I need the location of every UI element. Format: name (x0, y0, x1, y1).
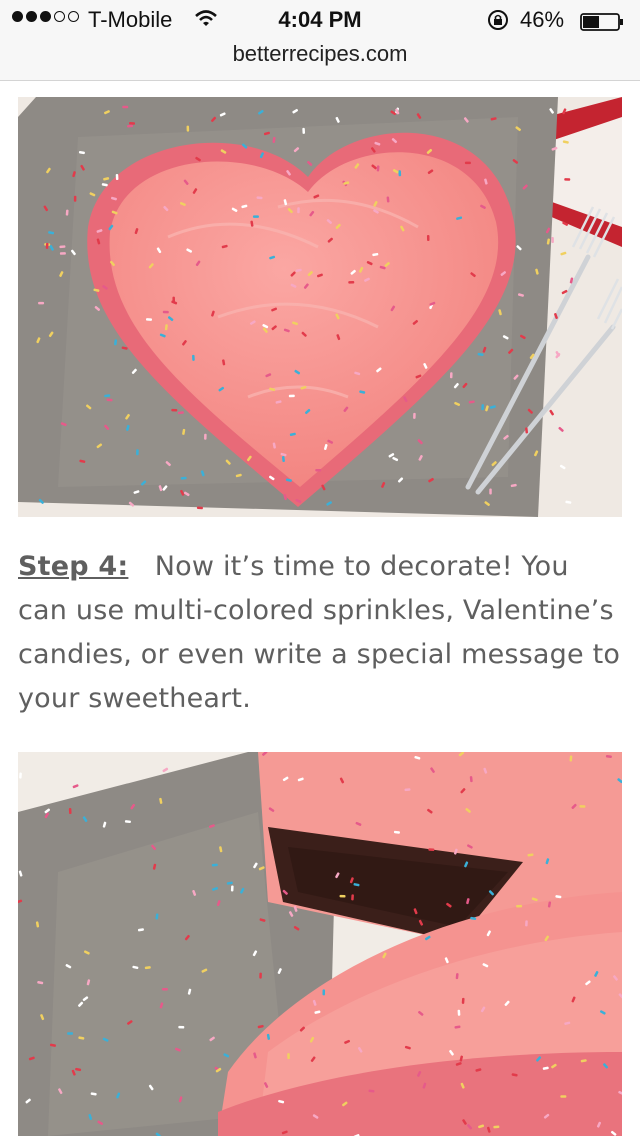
heart-cake-photo (18, 97, 622, 517)
step-instruction: Step 4: Now it’s time to decorate! You c… (18, 545, 622, 721)
battery-icon (580, 11, 624, 31)
status-bar: T-Mobile 4:04 PM 46% (0, 0, 640, 40)
sliced-cake-photo (18, 752, 622, 1136)
orientation-lock-icon (486, 9, 510, 37)
url-domain[interactable]: betterrecipes.com (233, 41, 408, 66)
step-label: Step 4: (18, 551, 129, 582)
battery-percent: 46% (520, 7, 565, 32)
address-bar[interactable]: betterrecipes.com (0, 40, 640, 81)
